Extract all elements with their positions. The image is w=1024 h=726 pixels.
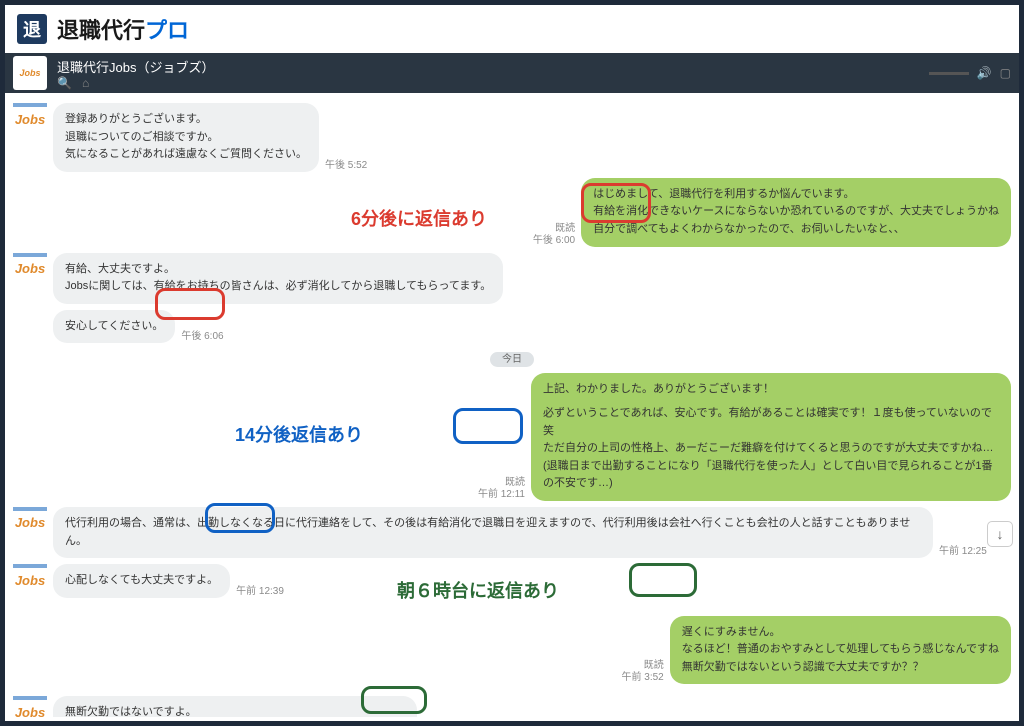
- sender-avatar: Jobs: [13, 564, 47, 592]
- message-bubble: 上記、わかりました。ありがとうございます！ 必ずということであれば、安心です。有…: [531, 373, 1011, 501]
- message-row: Jobs 有給、大丈夫ですよ。 Jobsに関しては、有給をお持ちの皆さんは、必ず…: [13, 253, 1011, 304]
- message-bubble: 代行利用の場合、通常は、出勤しなくなる日に代行連絡をして、その後は有給消化で退職…: [53, 507, 933, 558]
- chat-peer-avatar[interactable]: Jobs: [13, 56, 47, 90]
- message-line: 無断欠勤ではないという認識で大丈夫ですか？？: [682, 659, 999, 677]
- chevron-down-icon: ↓: [997, 526, 1004, 542]
- message-line: 有給を消化できないケースにならないか恐れているのですが、大丈夫でしょうかね: [593, 203, 999, 221]
- message-meta: 既読 午前 12:11: [478, 477, 525, 501]
- message-row: Jobs 心配しなくても大丈夫ですよ。 午前 12:39: [13, 564, 1011, 598]
- message-line: なるほど！普通のおやすみとして処理してもらう感じなんですね: [682, 641, 999, 659]
- popout-icon[interactable]: ▢: [1000, 66, 1011, 80]
- message-line: はじめまして、退職代行を利用するか悩んでいます。: [593, 186, 999, 204]
- message-bubble: 無断欠勤ではないですよ。 特に有給があれば間違いありません。 なくても、Jobs…: [53, 696, 417, 717]
- chat-bar-right-controls: 🔊 ▢: [929, 66, 1011, 80]
- home-icon[interactable]: ⌂: [82, 76, 89, 90]
- message-row: 既読 午後 6:00 はじめまして、退職代行を利用するか悩んでいます。 有給を消…: [13, 178, 1011, 247]
- message-meta: 既読 午前 3:52: [622, 660, 664, 684]
- read-status: 既読: [478, 477, 525, 489]
- message-time: 午後 6:00: [533, 235, 575, 247]
- sender-avatar: Jobs: [13, 103, 47, 131]
- page-header: 退 退職代行プロ: [5, 5, 1019, 53]
- volume-slider[interactable]: [929, 72, 969, 75]
- message-time: 午後 5:52: [325, 160, 367, 172]
- message-row: Jobs 無断欠勤ではないですよ。 特に有給があれば間違いありません。 なくても…: [13, 696, 1011, 717]
- chat-peer-name: 退職代行Jobs（ジョブズ）: [57, 57, 214, 76]
- message-line: 無断欠勤ではないですよ。: [65, 704, 405, 717]
- message-row: Jobs 代行利用の場合、通常は、出勤しなくなる日に代行連絡をして、その後は有給…: [13, 507, 1011, 558]
- message-line: 遅くにすみません。: [682, 624, 999, 642]
- message-bubble: 登録ありがとうございます。 退職についてのご相談ですか。 気になることがあれば遠…: [53, 103, 319, 172]
- message-row: 安心してください。 午後 6:06: [13, 310, 1011, 344]
- message-bubble: 心配しなくても大丈夫ですよ。: [53, 564, 230, 598]
- message-line: 退職についてのご相談ですか。: [65, 129, 307, 147]
- message-line: ただ自分の上司の性格上、あーだこーだ難癖を付けてくると思うのですが大丈夫ですかね…: [543, 440, 999, 458]
- message-line: 代行利用の場合、通常は、出勤しなくなる日に代行連絡をして、その後は有給消化で退職…: [65, 515, 921, 550]
- message-line: 必ずということであれば、安心です。有給があることは確実です！１度も使っていないの…: [543, 405, 999, 440]
- date-separator: 今日: [13, 349, 1011, 367]
- scroll-down-button[interactable]: ↓: [987, 521, 1013, 547]
- message-bubble: 安心してください。: [53, 310, 175, 344]
- read-status: 既読: [622, 660, 664, 672]
- message-line: Jobsに関しては、有給をお持ちの皆さんは、必ず消化してから退職してもらってます…: [65, 278, 491, 296]
- message-row: 既読 午前 12:11 上記、わかりました。ありがとうございます！ 必ずというこ…: [13, 373, 1011, 501]
- message-bubble: はじめまして、退職代行を利用するか悩んでいます。 有給を消化できないケースになら…: [581, 178, 1011, 247]
- sender-avatar: Jobs: [13, 253, 47, 281]
- read-status: 既読: [533, 223, 575, 235]
- message-bubble: 遅くにすみません。 なるほど！普通のおやすみとして処理してもらう感じなんですね …: [670, 616, 1011, 685]
- brand-logo-mark: 退: [17, 14, 47, 44]
- message-line: 上記、わかりました。ありがとうございます！: [543, 381, 999, 399]
- message-line: (退職日まで出勤することになり「退職代行を使った人」として白い目で見られることが…: [543, 458, 999, 493]
- message-meta: 既読 午後 6:00: [533, 223, 575, 247]
- message-row: Jobs 登録ありがとうございます。 退職についてのご相談ですか。 気になること…: [13, 103, 1011, 172]
- message-line: 気になることがあれば遠慮なくご質問ください。: [65, 146, 307, 164]
- message-time: 午前 12:25: [939, 546, 987, 558]
- message-line: 有給、大丈夫ですよ。: [65, 261, 491, 279]
- brand-title-part2: プロ: [145, 18, 189, 43]
- sender-avatar: Jobs: [13, 507, 47, 535]
- message-time: 午前 3:52: [622, 672, 664, 684]
- chat-body: Jobs 登録ありがとうございます。 退職についてのご相談ですか。 気になること…: [5, 93, 1019, 717]
- chat-window-bar: Jobs 退職代行Jobs（ジョブズ） 🔍 ⌂ 🔊 ▢: [5, 53, 1019, 93]
- message-line: 登録ありがとうございます。: [65, 111, 307, 129]
- search-icon[interactable]: 🔍: [57, 76, 72, 90]
- message-time: 午前 12:39: [236, 586, 284, 598]
- sender-avatar: Jobs: [13, 696, 47, 717]
- message-time: 午後 6:06: [181, 331, 223, 343]
- message-bubble: 有給、大丈夫ですよ。 Jobsに関しては、有給をお持ちの皆さんは、必ず消化してか…: [53, 253, 503, 304]
- speaker-icon[interactable]: 🔊: [977, 66, 992, 80]
- message-time: 午前 12:11: [478, 489, 525, 501]
- message-line: 自分で調べてもよくわからなかったので、お伺いしたいなと、、: [593, 221, 999, 239]
- message-row: 既読 午前 3:52 遅くにすみません。 なるほど！普通のおやすみとして処理して…: [13, 616, 1011, 685]
- brand-title-part1: 退職代行: [57, 18, 145, 43]
- message-line: 安心してください。: [65, 318, 163, 336]
- message-line: 心配しなくても大丈夫ですよ。: [65, 572, 218, 590]
- brand-title: 退職代行プロ: [57, 13, 189, 45]
- date-separator-label: 今日: [490, 352, 534, 367]
